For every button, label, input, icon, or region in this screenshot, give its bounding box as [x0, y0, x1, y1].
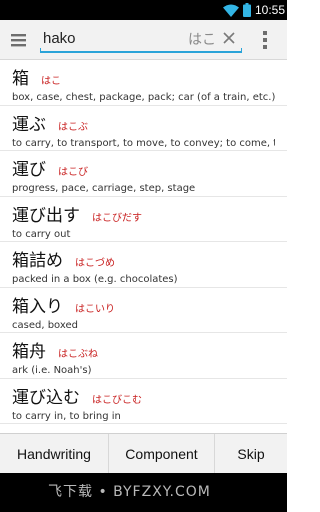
entry-reading: はこびこむ — [92, 394, 142, 406]
status-bar: 10:55 — [0, 0, 287, 20]
overflow-menu-icon[interactable] — [256, 30, 274, 50]
component-button[interactable]: Component — [108, 434, 214, 473]
result-row[interactable]: 運ぶ はこぶ to carry, to transport, to move, t… — [0, 106, 287, 151]
entry-reading: はこぶね — [58, 349, 98, 360]
bottom-action-bar: Handwriting Component Skip — [0, 433, 287, 473]
entry-gloss: packed in a box (e.g. chocolates) — [12, 274, 178, 285]
entry-reading: はこづめ — [75, 258, 115, 269]
entry-reading: はこび — [58, 167, 88, 178]
clear-icon[interactable] — [222, 31, 236, 45]
result-row[interactable]: 運び はこび progress, pace, carriage, step, st… — [0, 151, 287, 197]
toolbar: はこ — [0, 20, 287, 60]
entry-kanji: 運び — [12, 160, 46, 180]
skip-button[interactable]: Skip — [214, 434, 287, 473]
result-row[interactable]: 運び出す はこびだす to carry out — [0, 197, 287, 242]
menu-icon[interactable] — [10, 31, 28, 49]
search-kana-conversion: はこ — [188, 32, 216, 48]
status-time: 10:55 — [254, 3, 285, 17]
search-input[interactable] — [43, 26, 183, 50]
entry-reading: はこいり — [75, 303, 115, 315]
entry-kanji: 箱 — [12, 69, 29, 89]
entry-reading: はこびだす — [92, 212, 142, 224]
result-row[interactable]: 箱庭 — [0, 424, 287, 433]
entry-gloss: to carry out — [12, 228, 71, 240]
entry-reading: はこ — [41, 76, 61, 87]
navigation-bar: 飞下载 • BYFZXY.COM — [0, 473, 287, 512]
result-row[interactable]: 箱詰め はこづめ packed in a box (e.g. chocolates… — [0, 242, 287, 288]
entry-kanji: 箱入り — [12, 296, 63, 317]
entry-gloss: ark (i.e. Noah's) — [12, 365, 92, 376]
entry-kanji: 箱舟 — [12, 342, 46, 362]
battery-icon — [242, 3, 251, 17]
entry-kanji: 箱詰め — [12, 251, 63, 271]
entry-reading: はこぶ — [58, 121, 88, 133]
entry-gloss: box, case, chest, package, pack; car (of… — [12, 92, 275, 103]
entry-kanji: 運び込む — [12, 387, 80, 408]
entry-gloss: to carry, to transport, to move, to conv… — [12, 137, 275, 149]
watermark: 飞下载 • BYFZXY.COM — [48, 484, 211, 500]
result-row[interactable]: 箱 はこ box, case, chest, package, pack; car… — [0, 60, 287, 106]
entry-gloss: cased, boxed — [12, 319, 78, 331]
entry-kanji: 運ぶ — [12, 114, 46, 135]
result-row[interactable]: 運び込む はこびこむ to carry in, to bring in — [0, 379, 287, 424]
results-list: 箱 はこ box, case, chest, package, pack; car… — [0, 60, 287, 433]
wifi-icon — [222, 4, 239, 17]
entry-gloss: progress, pace, carriage, step, stage — [12, 183, 196, 194]
entry-kanji: 運び出す — [12, 205, 80, 226]
search-box: はこ — [40, 26, 242, 54]
entry-gloss: to carry in, to bring in — [12, 410, 121, 422]
result-row[interactable]: 箱舟 はこぶね ark (i.e. Noah's) — [0, 333, 287, 379]
search-underline — [40, 48, 242, 53]
result-row[interactable]: 箱入り はこいり cased, boxed — [0, 288, 287, 333]
handwriting-button[interactable]: Handwriting — [0, 434, 108, 473]
